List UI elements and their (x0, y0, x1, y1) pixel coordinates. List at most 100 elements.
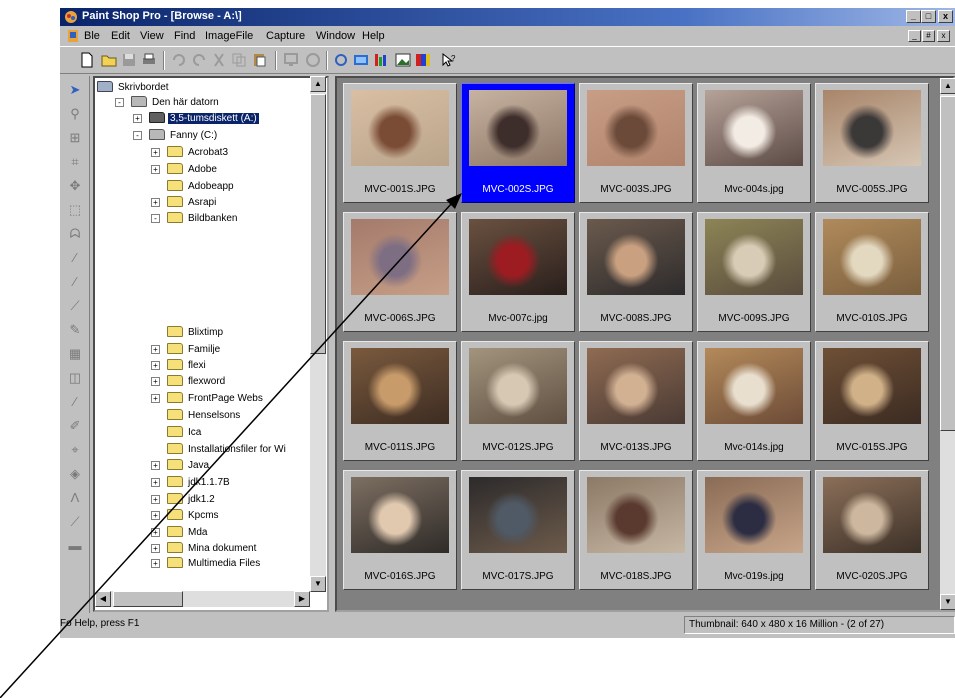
screen-icon[interactable] (282, 51, 300, 69)
menu-file[interactable]: Ble (84, 30, 100, 42)
tree-node[interactable]: + jdk1.1.7B (151, 475, 232, 490)
dropper-tool-icon[interactable]: ⁄ (65, 248, 85, 268)
grid-vertical-scrollbar[interactable]: ▲ ▼ (940, 78, 955, 610)
copy-icon[interactable] (230, 51, 248, 69)
expand-icon[interactable]: + (151, 559, 160, 568)
menu-help[interactable]: Help (362, 30, 385, 42)
tree-node[interactable]: - Bildbanken (151, 211, 239, 226)
mdi-minimize-button[interactable]: _ (908, 30, 921, 42)
crop-tool-icon[interactable]: ⌗ (65, 152, 85, 172)
tree-node[interactable]: + Mda (151, 525, 209, 540)
paste-icon[interactable] (250, 51, 268, 69)
thumbnail-cell[interactable]: MVC-005S.JPG (815, 83, 929, 203)
tree-node[interactable]: + jdk1.2 (151, 492, 217, 507)
expand-icon[interactable]: + (151, 361, 160, 370)
tree-node[interactable]: Adobeapp (167, 179, 236, 194)
menu-capture[interactable]: Capture (266, 30, 305, 42)
tree-node[interactable]: + flexword (151, 374, 227, 389)
flood-fill-tool-icon[interactable]: ◈ (65, 464, 85, 484)
arrow-tool-icon[interactable]: ➤ (65, 80, 85, 100)
expand-icon[interactable]: + (151, 478, 160, 487)
retouch-tool-icon[interactable]: ▦ (65, 344, 85, 364)
thumbnail-cell[interactable]: MVC-013S.JPG (579, 341, 693, 461)
scroll-down-icon[interactable]: ▼ (940, 594, 955, 610)
image-icon[interactable] (394, 51, 412, 69)
expand-icon[interactable]: + (151, 528, 160, 537)
thumbnail-cell[interactable]: Mvc-004s.jpg (697, 83, 811, 203)
thumbnail-cell[interactable]: MVC-016S.JPG (343, 470, 457, 590)
thumbnail-cell[interactable]: MVC-009S.JPG (697, 212, 811, 332)
mdi-close-button[interactable]: x (937, 30, 950, 42)
thumbnail-cell[interactable]: Mvc-019s.jpg (697, 470, 811, 590)
mover-tool-icon[interactable]: ✥ (65, 176, 85, 196)
expand-icon[interactable]: + (151, 544, 160, 553)
expand-icon[interactable]: + (151, 394, 160, 403)
folder-tree[interactable]: Skrivbordet - Den här datorn +3,5-tumsdiske… (93, 76, 329, 612)
scroll-up-icon[interactable]: ▲ (310, 76, 326, 92)
print-icon[interactable] (140, 51, 158, 69)
thumbnail-cell[interactable]: MVC-008S.JPG (579, 212, 693, 332)
scroll-left-icon[interactable]: ◀ (95, 591, 111, 607)
tree-node[interactable]: Blixtimp (167, 325, 225, 340)
draw-tool-icon[interactable]: ⟋ (65, 512, 85, 532)
thumbnail-cell[interactable]: Mvc-014s.jpg (697, 341, 811, 461)
tree-node[interactable]: + Familje (151, 342, 222, 357)
thumbnail-cell[interactable]: MVC-018S.JPG (579, 470, 693, 590)
thumbnail-cell[interactable]: MVC-011S.JPG (343, 341, 457, 461)
menu-imagefile[interactable]: ImageFile (205, 30, 253, 42)
tree-node[interactable]: Skrivbordet (97, 80, 171, 95)
capture-icon[interactable] (304, 51, 322, 69)
deformation-tool-icon[interactable]: ⊞ (65, 128, 85, 148)
scroll-right-icon[interactable]: ▶ (294, 591, 310, 607)
color-replacer-tool-icon[interactable]: ✎ (65, 320, 85, 340)
scroll-up-icon[interactable]: ▲ (940, 78, 955, 94)
thumbnail-grid[interactable]: MVC-001S.JPG MVC-002S.JPG MVC-003S.JPG Mvc-… (335, 76, 955, 612)
selection-tool-icon[interactable]: ⬚ (65, 200, 85, 220)
tree-horizontal-scrollbar[interactable]: ◀ ▶ (95, 591, 310, 607)
tree-node[interactable]: + Adobe (151, 162, 219, 177)
histogram-icon[interactable] (372, 51, 390, 69)
tree-node[interactable]: - Fanny (C:) (133, 128, 219, 143)
text-tool-icon[interactable]: Λ (65, 488, 85, 508)
collapse-icon[interactable]: - (115, 98, 124, 107)
tree-node[interactable]: Ica (167, 425, 203, 440)
scroll-down-icon[interactable]: ▼ (310, 576, 326, 592)
tree-node[interactable]: + Kpcms (151, 508, 221, 523)
open-icon[interactable] (100, 51, 118, 69)
tree-node[interactable]: +3,5-tumsdiskett (A:) (133, 111, 259, 126)
eraser-tool-icon[interactable]: ⁄ (65, 392, 85, 412)
scratch-remover-tool-icon[interactable]: ◫ (65, 368, 85, 388)
expand-icon[interactable]: + (151, 345, 160, 354)
zoom-tool-icon[interactable]: ⚲ (65, 104, 85, 124)
scroll-thumb[interactable] (310, 94, 326, 354)
expand-icon[interactable]: + (151, 377, 160, 386)
minimize-button[interactable]: _ (906, 10, 921, 23)
scroll-thumb[interactable] (113, 591, 183, 607)
collapse-icon[interactable]: - (151, 214, 160, 223)
thumbnail-cell[interactable]: MVC-012S.JPG (461, 341, 575, 461)
menu-window[interactable]: Window (316, 30, 355, 42)
thumbnail-cell[interactable]: MVC-017S.JPG (461, 470, 575, 590)
thumbnail-cell[interactable]: MVC-001S.JPG (343, 83, 457, 203)
expand-icon[interactable]: + (151, 461, 160, 470)
mdi-restore-button[interactable]: # (922, 30, 935, 42)
tree-vertical-scrollbar[interactable]: ▲ ▼ (310, 76, 326, 592)
menu-edit[interactable]: Edit (111, 30, 130, 42)
tree-node[interactable]: + FrontPage Webs (151, 391, 265, 406)
tree-node[interactable]: + Asrapi (151, 195, 218, 210)
title-bar[interactable]: Paint Shop Pro - [Browse - A:\] _ □ x (60, 8, 955, 26)
new-icon[interactable] (78, 51, 96, 69)
airbrush-tool-icon[interactable]: ⌖ (65, 440, 85, 460)
expand-icon[interactable]: + (151, 198, 160, 207)
tree-node[interactable]: Henselsons (167, 408, 242, 423)
lasso-tool-icon[interactable]: ᗣ (65, 224, 85, 244)
overview-icon[interactable] (352, 51, 370, 69)
thumbnail-cell[interactable]: MVC-006S.JPG (343, 212, 457, 332)
paintbrush-tool-icon[interactable]: ∕ (65, 272, 85, 292)
scroll-thumb[interactable] (940, 96, 955, 431)
tree-node[interactable]: + Java (151, 458, 211, 473)
picture-tube-tool-icon[interactable]: ✐ (65, 416, 85, 436)
expand-icon[interactable]: + (151, 165, 160, 174)
thumbnail-cell[interactable]: MVC-010S.JPG (815, 212, 929, 332)
clone-brush-tool-icon[interactable]: ⟋ (65, 296, 85, 316)
